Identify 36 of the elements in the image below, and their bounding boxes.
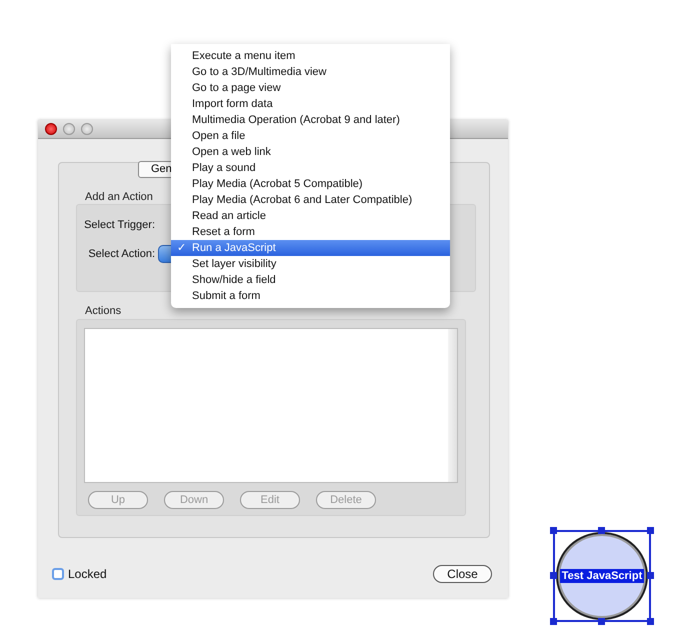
scroll-bar[interactable] bbox=[448, 329, 457, 482]
resize-handle[interactable] bbox=[647, 527, 654, 534]
menu-item[interactable]: Play Media (Acrobat 5 Compatible) bbox=[171, 176, 450, 192]
resize-handle[interactable] bbox=[598, 618, 605, 625]
close-button[interactable]: Close bbox=[433, 565, 492, 583]
resize-handle[interactable] bbox=[550, 618, 557, 625]
close-window-icon[interactable] bbox=[45, 123, 57, 135]
menu-item[interactable]: Set layer visibility bbox=[171, 256, 450, 272]
group-label: Add an Action bbox=[85, 190, 153, 204]
resize-handle[interactable] bbox=[550, 527, 557, 534]
minimize-window-icon[interactable] bbox=[63, 123, 75, 135]
group-label: Actions bbox=[85, 304, 122, 318]
menu-item[interactable]: Execute a menu item bbox=[171, 48, 450, 64]
resize-handle[interactable] bbox=[550, 572, 557, 579]
zoom-window-icon[interactable] bbox=[81, 123, 93, 135]
menu-item[interactable]: ✓ Run a JavaScript bbox=[171, 240, 450, 256]
menu-item[interactable]: Read an article bbox=[171, 208, 450, 224]
menu-item[interactable]: Go to a 3D/Multimedia view bbox=[171, 64, 450, 80]
checkbox-label: Locked bbox=[68, 567, 107, 581]
menu-item[interactable]: Show/hide a field bbox=[171, 272, 450, 288]
menu-item[interactable]: Open a web link bbox=[171, 144, 450, 160]
locked-checkbox[interactable] bbox=[52, 568, 64, 580]
check-mark: ✓ bbox=[176, 241, 187, 256]
menu-item[interactable]: Reset a form bbox=[171, 224, 450, 240]
round-form-button[interactable]: Test JavaScript bbox=[556, 532, 648, 620]
menu-item[interactable]: Submit a form bbox=[171, 288, 450, 304]
field-label: Select Trigger: bbox=[83, 219, 155, 231]
menu-item[interactable]: Import form data bbox=[171, 96, 450, 112]
menu-item[interactable]: Go to a page view bbox=[171, 80, 450, 96]
menu-item[interactable]: Multimedia Operation (Acrobat 9 and later) bbox=[171, 112, 450, 128]
field-label: Select Action: bbox=[87, 248, 155, 260]
menu-item[interactable]: Open a file bbox=[171, 128, 450, 144]
menu-item[interactable]: Play Media (Acrobat 6 and Later Compatible) bbox=[171, 192, 450, 208]
resize-handle[interactable] bbox=[598, 527, 605, 534]
resize-handle[interactable] bbox=[647, 572, 654, 579]
resize-handle[interactable] bbox=[647, 618, 654, 625]
